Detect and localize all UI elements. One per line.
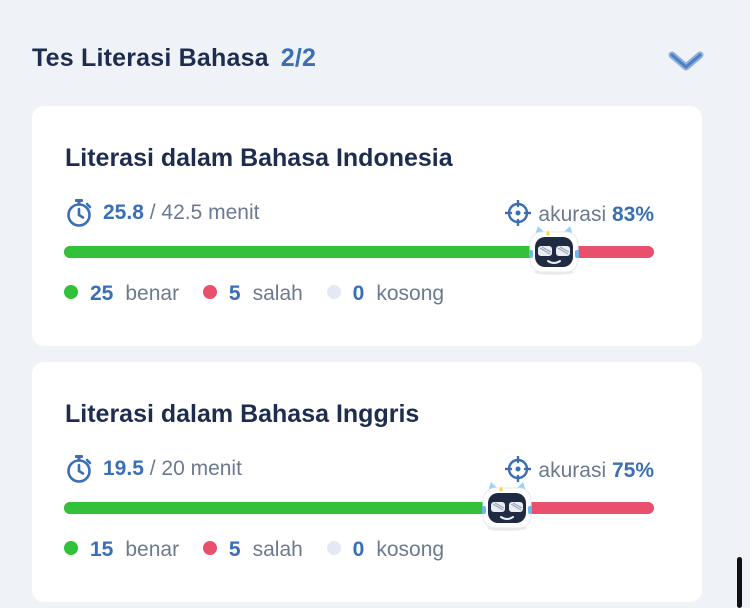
chevron-down-icon[interactable] xyxy=(668,48,704,72)
wrong-count: 5 xyxy=(228,282,241,305)
accuracy-value: 75% xyxy=(611,459,654,482)
result-card-indonesia[interactable]: Literasi dalam Bahasa Indonesia 25.8 / 4… xyxy=(32,106,702,346)
empty-label: kosong xyxy=(376,538,445,561)
wrong-label: salah xyxy=(252,538,303,561)
section-title: Tes Literasi Bahasa 2/2 xyxy=(32,44,316,73)
correct-count: 25 xyxy=(90,282,114,305)
accuracy-label: akurasi xyxy=(538,203,607,226)
correct-label: benar xyxy=(125,538,180,561)
wrong-dot xyxy=(202,285,217,299)
accuracy-value: 83% xyxy=(611,203,654,226)
section-header[interactable]: Tes Literasi Bahasa 2/2 xyxy=(32,40,712,80)
answer-legend: 15 benar 5 salah 0 kosong xyxy=(64,538,462,566)
time-total: / 42.5 menit xyxy=(149,201,260,224)
card-title: Literasi dalam Bahasa Indonesia xyxy=(65,144,453,172)
card-title: Literasi dalam Bahasa Inggris xyxy=(65,400,420,428)
legend-empty: 0 kosong xyxy=(326,538,445,562)
time-used: 25.8 xyxy=(103,201,144,224)
time-total: / 20 menit xyxy=(149,457,242,480)
legend-correct: 15 benar xyxy=(64,538,179,562)
robot-mascot-icon xyxy=(481,482,532,531)
crosshair-icon xyxy=(505,456,532,482)
robot-mascot-icon xyxy=(528,226,579,275)
legend-wrong: 5 salah xyxy=(202,282,303,306)
empty-dot xyxy=(326,541,341,555)
correct-count: 15 xyxy=(90,538,114,561)
legend-wrong: 5 salah xyxy=(202,538,303,562)
progress-fill-correct xyxy=(64,502,507,514)
accuracy-progress-bar xyxy=(64,226,654,275)
empty-label: kosong xyxy=(376,282,445,305)
correct-label: benar xyxy=(125,282,180,305)
accuracy-progress-bar xyxy=(64,482,654,531)
wrong-label: salah xyxy=(252,282,303,305)
time-used: 19.5 xyxy=(103,457,144,480)
accuracy-label: akurasi xyxy=(538,459,607,482)
section-title-text: Tes Literasi Bahasa xyxy=(32,44,269,72)
wrong-dot xyxy=(202,541,217,555)
correct-dot xyxy=(64,541,78,555)
stopwatch-icon xyxy=(67,199,92,227)
correct-dot xyxy=(64,285,78,299)
empty-dot xyxy=(326,285,341,299)
legend-correct: 25 benar xyxy=(64,282,179,306)
result-card-inggris[interactable]: Literasi dalam Bahasa Inggris 19.5 / 20 … xyxy=(32,362,702,602)
section-count: 2/2 xyxy=(280,44,317,72)
legend-empty: 0 kosong xyxy=(326,282,445,306)
stopwatch-icon xyxy=(67,455,92,483)
empty-count: 0 xyxy=(352,282,365,305)
crosshair-icon xyxy=(505,200,532,226)
empty-count: 0 xyxy=(352,538,365,561)
wrong-count: 5 xyxy=(228,538,241,561)
answer-legend: 25 benar 5 salah 0 kosong xyxy=(64,282,462,310)
scrollbar-thumb[interactable] xyxy=(737,557,742,608)
progress-fill-correct xyxy=(64,246,554,258)
